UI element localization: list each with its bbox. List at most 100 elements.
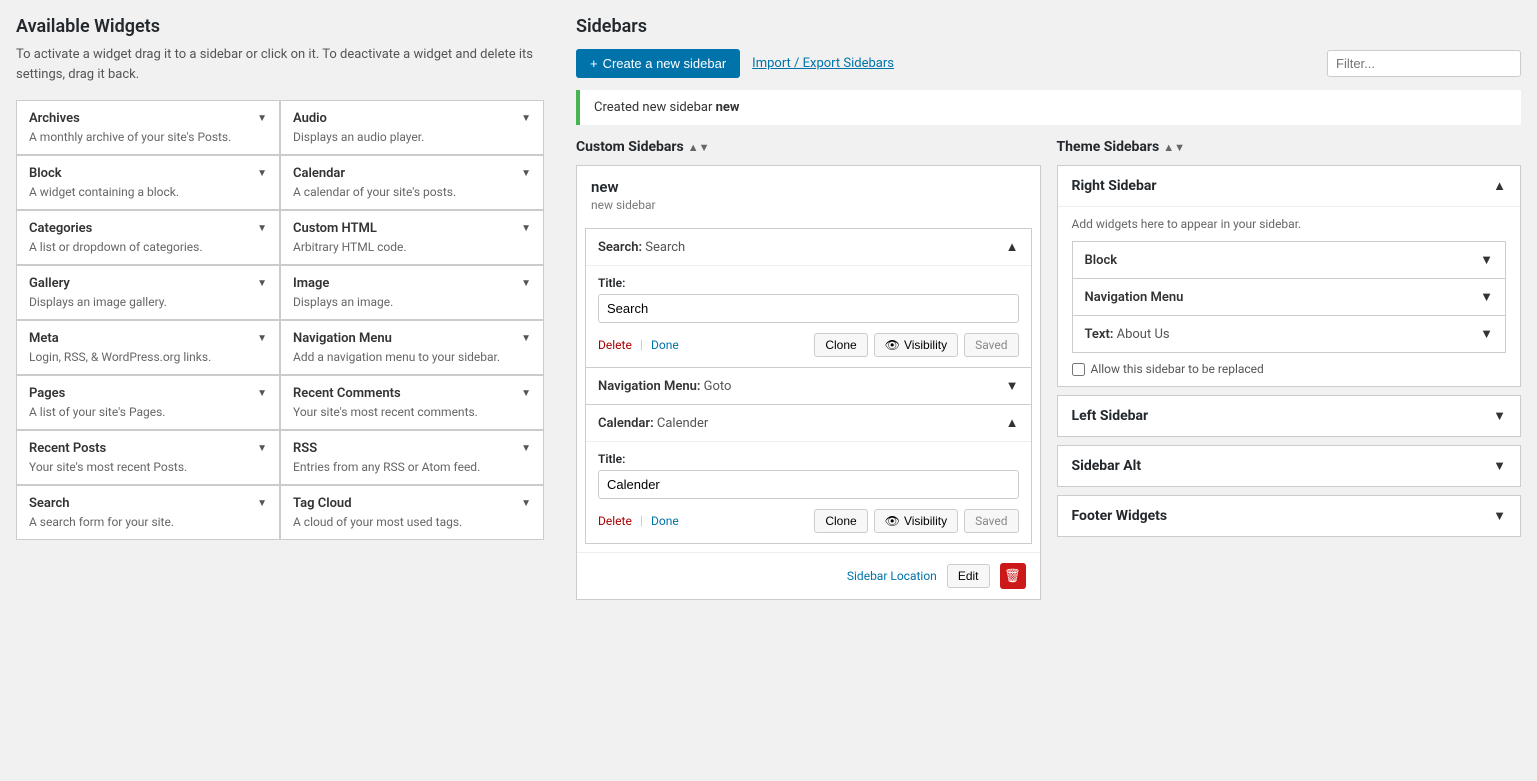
widget-item[interactable]: Tag Cloud ▼ A cloud of your most used ta… xyxy=(280,485,544,540)
block-widget-row[interactable]: Block ▼ xyxy=(1072,241,1507,279)
sidebar-alt-name: Sidebar Alt xyxy=(1072,458,1142,474)
widget-desc: Login, RSS, & WordPress.org links. xyxy=(29,350,267,364)
widget-desc: Arbitrary HTML code. xyxy=(293,240,531,254)
calendar-title-label: Title: xyxy=(598,452,1019,466)
widget-desc: A monthly archive of your site's Posts. xyxy=(29,130,267,144)
custom-sidebar-box: new new sidebar Search: Search ▲ xyxy=(576,165,1041,600)
sidebar-footer: Sidebar Location Edit 🗑 xyxy=(577,552,1040,599)
chevron-up-icon: ▲ xyxy=(1006,239,1019,255)
widget-header: Recent Comments ▼ xyxy=(293,386,531,401)
left-sidebar-header[interactable]: Left Sidebar ▼ xyxy=(1058,396,1521,436)
widgets-container: Search: Search ▲ Title: Delete | xyxy=(577,228,1040,544)
block-widget-name: Block xyxy=(1085,253,1118,268)
plus-icon: + xyxy=(590,56,598,71)
chevron-down-icon: ▼ xyxy=(521,388,531,399)
sidebar-delete-button[interactable]: 🗑 xyxy=(1000,563,1026,589)
search-widget-row: Search: Search ▲ Title: Delete | xyxy=(585,228,1032,368)
widget-name: Categories xyxy=(29,221,92,236)
search-widget-header[interactable]: Search: Search ▲ xyxy=(586,229,1031,265)
create-new-sidebar-button[interactable]: + Create a new sidebar xyxy=(576,49,740,78)
chevron-down-icon: ▼ xyxy=(257,388,267,399)
widget-item[interactable]: Image ▼ Displays an image. xyxy=(280,265,544,320)
widget-desc: Displays an image. xyxy=(293,295,531,309)
calendar-delete-link[interactable]: Delete xyxy=(598,514,632,528)
widget-item[interactable]: Search ▼ A search form for your site. xyxy=(16,485,280,540)
calendar-visibility-button[interactable]: 👁 Visibility xyxy=(874,509,958,533)
chevron-down-icon: ▼ xyxy=(1480,252,1493,268)
sidebars-panel: Sidebars + Create a new sidebar Import /… xyxy=(560,0,1537,781)
sidebar-name: new xyxy=(591,178,656,196)
widget-name: Pages xyxy=(29,386,65,401)
widget-item[interactable]: Categories ▼ A list or dropdown of categ… xyxy=(16,210,280,265)
notification-bar: Created new sidebar new xyxy=(576,90,1521,125)
eye-icon: 👁 xyxy=(885,514,900,528)
chevron-up-icon: ▲ xyxy=(1493,178,1506,194)
calendar-done-link[interactable]: Done xyxy=(651,514,679,528)
chevron-down-icon: ▼ xyxy=(257,443,267,454)
right-sidebar-header[interactable]: Right Sidebar ▲ xyxy=(1058,166,1521,206)
widget-desc: Displays an audio player. xyxy=(293,130,531,144)
theme-sidebars-column: Theme Sidebars ▲▼ Right Sidebar ▲ Add wi… xyxy=(1057,139,1522,612)
search-done-link[interactable]: Done xyxy=(651,338,679,352)
widget-item[interactable]: Custom HTML ▼ Arbitrary HTML code. xyxy=(280,210,544,265)
widget-header: Pages ▼ xyxy=(29,386,267,401)
right-sidebar-body: Add widgets here to appear in your sideb… xyxy=(1058,206,1521,386)
widget-grid: Archives ▼ A monthly archive of your sit… xyxy=(16,100,544,540)
text-widget-name: Text: About Us xyxy=(1085,327,1170,342)
widget-item[interactable]: Archives ▼ A monthly archive of your sit… xyxy=(16,100,280,155)
allow-replace-checkbox[interactable] xyxy=(1072,363,1085,376)
chevron-down-icon: ▼ xyxy=(257,498,267,509)
filter-input[interactable] xyxy=(1327,50,1521,77)
widget-name: Recent Posts xyxy=(29,441,106,456)
widget-item[interactable]: Gallery ▼ Displays an image gallery. xyxy=(16,265,280,320)
sidebar-edit-button[interactable]: Edit xyxy=(947,564,990,588)
widget-item[interactable]: Navigation Menu ▼ Add a navigation menu … xyxy=(280,320,544,375)
search-visibility-button[interactable]: 👁 Visibility xyxy=(874,333,958,357)
widget-header: Custom HTML ▼ xyxy=(293,221,531,236)
widget-item[interactable]: Pages ▼ A list of your site's Pages. xyxy=(16,375,280,430)
search-clone-button[interactable]: Clone xyxy=(814,333,867,357)
widget-item[interactable]: Recent Comments ▼ Your site's most recen… xyxy=(280,375,544,430)
search-title-input[interactable] xyxy=(598,294,1019,323)
calendar-widget-actions: Delete | Done Clone 👁 Visibility Saved xyxy=(598,509,1019,533)
footer-widgets-item: Footer Widgets ▼ xyxy=(1057,495,1522,537)
widget-desc: A calendar of your site's posts. xyxy=(293,185,531,199)
widget-item[interactable]: RSS ▼ Entries from any RSS or Atom feed. xyxy=(280,430,544,485)
footer-widgets-name: Footer Widgets xyxy=(1072,508,1168,524)
left-sidebar-item: Left Sidebar ▼ xyxy=(1057,395,1522,437)
widget-name: Archives xyxy=(29,111,80,126)
widget-header: Navigation Menu ▼ xyxy=(293,331,531,346)
chevron-down-icon: ▼ xyxy=(1493,458,1506,474)
widget-header: Tag Cloud ▼ xyxy=(293,496,531,511)
custom-sidebars-header: Custom Sidebars ▲▼ xyxy=(576,139,1041,155)
widget-desc: A widget containing a block. xyxy=(29,185,267,199)
widget-item[interactable]: Audio ▼ Displays an audio player. xyxy=(280,100,544,155)
footer-widgets-header[interactable]: Footer Widgets ▼ xyxy=(1058,496,1521,536)
navigation-menu-widget-row: Navigation Menu: Goto ▼ xyxy=(585,367,1032,405)
widget-desc: A search form for your site. xyxy=(29,515,267,529)
widget-item[interactable]: Block ▼ A widget containing a block. xyxy=(16,155,280,210)
widget-name: Recent Comments xyxy=(293,386,401,401)
navigation-menu-widget-header[interactable]: Navigation Menu: Goto ▼ xyxy=(586,368,1031,404)
theme-sort-icons: ▲▼ xyxy=(1163,141,1185,154)
widget-item[interactable]: Recent Posts ▼ Your site's most recent P… xyxy=(16,430,280,485)
calendar-title-input[interactable] xyxy=(598,470,1019,499)
calendar-clone-button[interactable]: Clone xyxy=(814,509,867,533)
widget-header: Image ▼ xyxy=(293,276,531,291)
chevron-up-icon: ▲ xyxy=(1006,415,1019,431)
import-export-link[interactable]: Import / Export Sidebars xyxy=(752,56,894,71)
sidebar-alt-header[interactable]: Sidebar Alt ▼ xyxy=(1058,446,1521,486)
widget-item[interactable]: Meta ▼ Login, RSS, & WordPress.org links… xyxy=(16,320,280,375)
widget-name: Calendar xyxy=(293,166,345,181)
widget-desc: Add a navigation menu to your sidebar. xyxy=(293,350,531,364)
navigation-menu-widget-row-theme[interactable]: Navigation Menu ▼ xyxy=(1072,278,1507,316)
widget-item[interactable]: Calendar ▼ A calendar of your site's pos… xyxy=(280,155,544,210)
chevron-down-icon: ▼ xyxy=(257,333,267,344)
chevron-down-icon: ▼ xyxy=(257,223,267,234)
sidebar-desc: new sidebar xyxy=(591,198,656,212)
calendar-widget-header[interactable]: Calendar: Calender ▲ xyxy=(586,405,1031,441)
search-delete-link[interactable]: Delete xyxy=(598,338,632,352)
text-widget-row[interactable]: Text: About Us ▼ xyxy=(1072,315,1507,353)
sidebar-location-link[interactable]: Sidebar Location xyxy=(847,569,937,583)
navigation-menu-widget-name-theme: Navigation Menu xyxy=(1085,290,1184,305)
